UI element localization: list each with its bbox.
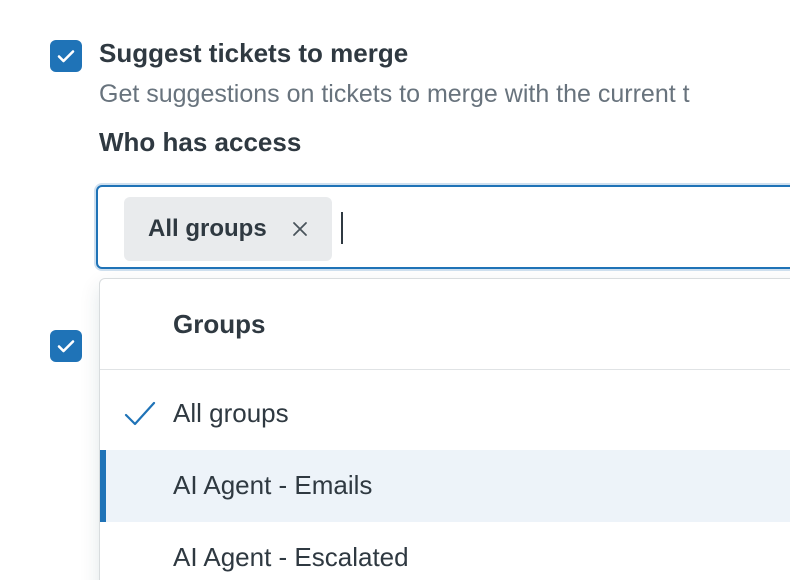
menu-item-label: AI Agent - Emails [173,470,373,500]
groups-dropdown-menu: Groups All groups AI Agent - Emails AI A… [99,278,790,580]
who-has-access-combobox[interactable]: All groups [96,185,790,269]
settings-page: Suggest tickets to merge Get suggestions… [0,0,790,580]
menu-item-label: AI Agent - Escalated [173,542,409,572]
checkmark-icon [57,340,75,353]
who-has-access-label: Who has access [99,127,302,157]
menu-group-header: Groups [100,279,790,370]
checkmark-icon [57,50,75,63]
second-option-checkbox[interactable] [50,330,82,362]
selected-tag-label: All groups [148,215,267,242]
menu-item-ai-agent-emails[interactable]: AI Agent - Emails [100,450,790,522]
suggest-merge-checkbox[interactable] [50,40,82,72]
selected-tag: All groups [124,197,332,261]
menu-item-ai-agent-escalated[interactable]: AI Agent - Escalated [100,522,790,580]
check-icon [124,401,156,426]
text-caret [341,212,343,244]
suggest-merge-title: Suggest tickets to merge [99,38,409,68]
menu-item-label: All groups [173,398,289,428]
suggest-merge-description: Get suggestions on tickets to merge with… [99,80,690,108]
menu-item-all-groups[interactable]: All groups [100,378,790,450]
close-icon[interactable] [290,219,310,239]
menu-group-header-label: Groups [173,309,266,339]
